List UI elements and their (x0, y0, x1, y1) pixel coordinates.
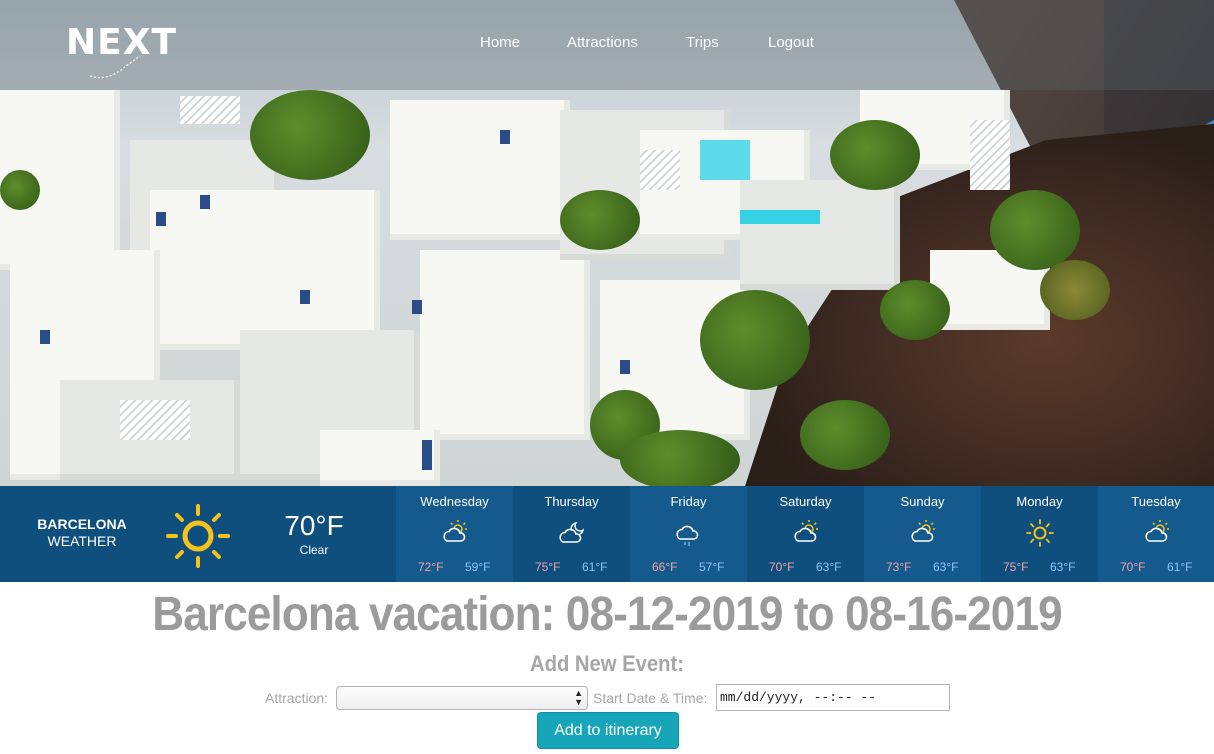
partly-cloudy-icon (1145, 520, 1169, 542)
start-datetime-label: Start Date & Time: (593, 690, 708, 706)
forecast-low: 61°F (582, 560, 608, 574)
vegetation (830, 120, 920, 190)
staircase (640, 150, 680, 190)
current-condition: Clear (299, 543, 329, 557)
building (390, 100, 570, 240)
building (740, 180, 900, 290)
sun-icon (1026, 519, 1054, 547)
sun-icon (166, 504, 230, 568)
forecast-high: 75°F (1003, 560, 1029, 574)
attraction-label: Attraction: (265, 690, 329, 706)
forecast-low: 63°F (1050, 560, 1076, 574)
pool (740, 210, 820, 224)
forecast-day: Monday 75°F 63°F (981, 486, 1098, 582)
vegetation (0, 170, 40, 210)
forecast-high: 70°F (1120, 560, 1146, 574)
forecast-day: Wednesday 72°F 59°F (396, 486, 513, 582)
staircase (970, 120, 1010, 190)
vegetation (880, 280, 950, 340)
weather-subtitle: WEATHER (47, 533, 117, 549)
select-arrows-icon: ▲ ▼ (574, 688, 583, 707)
nav-trips[interactable]: Trips (686, 34, 719, 51)
current-temperature: 70°F (284, 510, 344, 541)
start-datetime-input[interactable] (716, 684, 950, 711)
vegetation (1040, 260, 1110, 320)
forecast-day-name: Saturday (779, 494, 832, 509)
attraction-select[interactable]: ▲ ▼ (336, 686, 588, 710)
forecast-low: 61°F (1167, 560, 1193, 574)
forecast-high: 73°F (886, 560, 912, 574)
vegetation (250, 90, 370, 180)
forecast-day: Friday 66°F 57°F (630, 486, 747, 582)
forecast-high: 75°F (535, 560, 561, 574)
partly-cloudy-icon (911, 520, 935, 542)
trip-title: Barcelona vacation: 08-12-2019 to 08-16-… (152, 588, 1062, 641)
weather-city: BARCELONA (37, 516, 127, 532)
staircase (120, 400, 190, 440)
forecast-day-name: Thursday (544, 494, 599, 509)
window (300, 290, 310, 304)
forecast-low: 63°F (816, 560, 842, 574)
window (412, 300, 422, 314)
nav-home[interactable]: Home (480, 34, 520, 51)
window (422, 440, 432, 470)
plane-trail-icon (89, 56, 141, 79)
weather-widget: BARCELONA WEATHER 70°F Clear Wednesday 7… (0, 486, 1214, 582)
forecast-low: 59°F (465, 560, 491, 574)
vegetation (700, 290, 810, 390)
building (420, 250, 590, 440)
forecast-day: Thursday 75°F 61°F (513, 486, 630, 582)
forecast-high: 66°F (652, 560, 678, 574)
forecast-day-name: Friday (670, 494, 707, 509)
brand-logo[interactable]: NEXT (66, 20, 190, 84)
window (620, 360, 630, 374)
forecast-low: 63°F (933, 560, 959, 574)
window (500, 130, 510, 144)
forecast-day-name: Tuesday (1131, 494, 1181, 509)
vegetation (620, 430, 740, 486)
vegetation (990, 190, 1080, 270)
add-to-itinerary-button[interactable]: Add to itinerary (537, 712, 679, 749)
forecast-high: 72°F (418, 560, 444, 574)
nav-logout[interactable]: Logout (768, 34, 814, 51)
forecast-high: 70°F (769, 560, 795, 574)
forecast-day-name: Monday (1016, 494, 1063, 509)
pool (700, 140, 750, 180)
forecast-day-name: Wednesday (420, 494, 489, 509)
forecast-day: Tuesday 70°F 61°F (1098, 486, 1214, 582)
staircase (180, 96, 240, 124)
window (200, 195, 210, 209)
cloud-rain-icon (676, 525, 699, 546)
forecast-day-name: Sunday (900, 494, 945, 509)
add-event-heading: Add New Event: (529, 651, 685, 676)
weather-location: BARCELONA WEATHER (22, 516, 142, 550)
window (40, 330, 50, 344)
vegetation (560, 190, 640, 250)
forecast-day: Sunday 73°F 63°F (864, 486, 981, 582)
forecast-day: Saturday 70°F 63°F (747, 486, 864, 582)
nav-attractions[interactable]: Attractions (567, 34, 638, 51)
partly-cloudy-icon (794, 520, 818, 542)
vegetation (800, 400, 890, 470)
forecast-low: 57°F (699, 560, 725, 574)
top-navbar: NEXT Home Attractions Trips Logout (0, 0, 1214, 90)
window (156, 212, 166, 226)
building (150, 190, 380, 350)
partly-cloudy-icon (443, 520, 467, 542)
cloud-moon-icon (559, 521, 585, 543)
